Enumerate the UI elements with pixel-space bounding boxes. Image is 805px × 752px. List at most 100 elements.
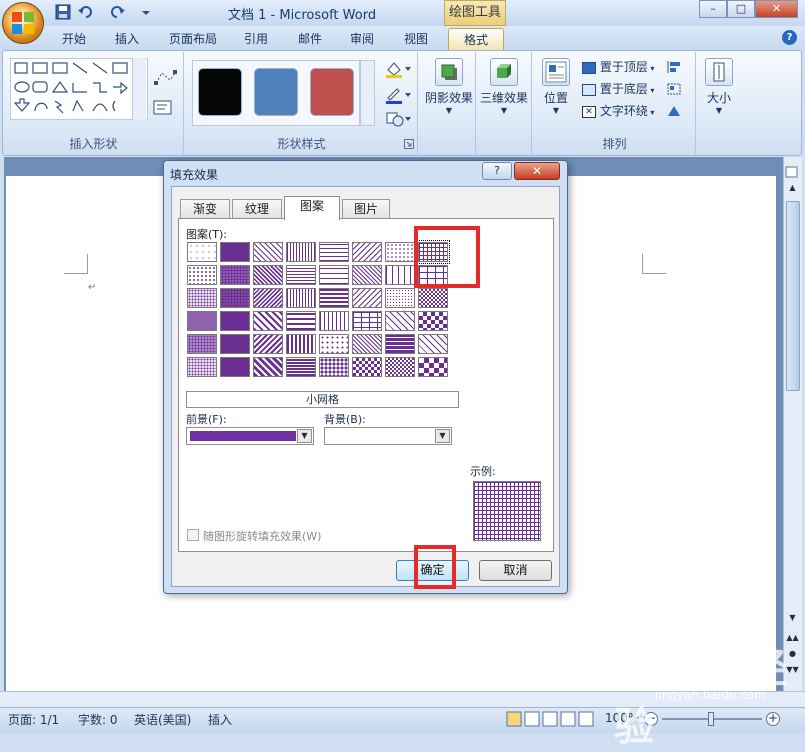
help-icon[interactable]: ? [782, 30, 797, 45]
office-button[interactable] [2, 2, 44, 44]
pattern-cell[interactable] [286, 334, 316, 354]
pattern-cell[interactable] [319, 288, 349, 308]
group-objects-icon[interactable] [666, 82, 688, 96]
shadow-effects-button[interactable]: 阴影效果 ▼ [424, 58, 474, 115]
pattern-cell[interactable] [286, 265, 316, 285]
pattern-cell[interactable] [352, 242, 382, 262]
shapes-gallery-scroll[interactable] [132, 58, 146, 120]
maximize-button[interactable]: □ [727, 0, 755, 18]
pattern-cell[interactable] [319, 265, 349, 285]
chevron-down-icon[interactable]: ▼ [435, 429, 450, 443]
send-to-back-button[interactable]: 置于底层 ▾ [582, 79, 654, 99]
tab-home[interactable]: 开始 [48, 28, 100, 50]
pattern-cell[interactable] [286, 242, 316, 262]
dialog-help-button[interactable]: ? [482, 162, 512, 180]
foreground-color-dropdown[interactable]: ▼ [186, 427, 314, 445]
pattern-cell[interactable] [418, 311, 448, 331]
tab-mailings[interactable]: 邮件 [288, 28, 332, 50]
pattern-cell[interactable] [253, 242, 283, 262]
pattern-cell[interactable] [319, 242, 349, 262]
pattern-cell[interactable] [187, 265, 217, 285]
pattern-cell[interactable] [220, 265, 250, 285]
pattern-cell[interactable] [385, 357, 415, 377]
pattern-cell[interactable] [352, 311, 382, 331]
pattern-cell[interactable] [418, 357, 448, 377]
vertical-scrollbar[interactable]: ▲ ▼ ▲▲ ● ▼▼ [783, 157, 802, 691]
close-window-button[interactable]: ✕ [755, 0, 798, 18]
pattern-cell[interactable] [220, 311, 250, 331]
minimize-button[interactable]: – [699, 0, 727, 18]
scroll-up-icon[interactable]: ▲ [785, 183, 800, 197]
shapes-gallery-icons[interactable] [11, 59, 147, 119]
status-page[interactable]: 页面: 1/1 [8, 711, 59, 728]
pattern-cell[interactable] [352, 265, 382, 285]
size-button[interactable]: 大小 ▼ [700, 58, 738, 115]
background-color-dropdown[interactable]: ▼ [324, 427, 452, 445]
style-swatch-black[interactable] [198, 68, 242, 116]
status-language[interactable]: 英语(美国) [134, 711, 191, 728]
tab-pattern[interactable]: 图案 [284, 196, 340, 220]
pattern-cell[interactable] [385, 311, 415, 331]
pattern-cell[interactable] [319, 311, 349, 331]
bring-to-front-button[interactable]: 置于顶层 ▾ [582, 57, 654, 77]
pattern-cell[interactable] [286, 288, 316, 308]
tab-gradient[interactable]: 渐变 [180, 199, 230, 219]
tab-insert[interactable]: 插入 [104, 28, 150, 50]
pattern-cell[interactable] [352, 334, 382, 354]
chevron-down-icon[interactable]: ▼ [297, 429, 312, 443]
tab-format[interactable]: 格式 [448, 28, 504, 50]
pattern-cell[interactable] [352, 357, 382, 377]
style-swatch-blue[interactable] [254, 68, 298, 116]
pattern-cell[interactable] [319, 357, 349, 377]
pattern-cell[interactable] [253, 334, 283, 354]
save-icon[interactable] [55, 4, 71, 20]
shapes-gallery[interactable] [10, 58, 148, 120]
change-shape-icon[interactable] [384, 110, 412, 128]
view-mode-icons[interactable] [506, 711, 596, 727]
pattern-cell[interactable] [286, 311, 316, 331]
pattern-cell[interactable] [253, 357, 283, 377]
dialog-launcher-icon[interactable] [404, 138, 414, 149]
pattern-cell[interactable] [385, 288, 415, 308]
pattern-cell[interactable] [253, 265, 283, 285]
tab-references[interactable]: 引用 [234, 28, 278, 50]
status-insert-mode[interactable]: 插入 [208, 711, 232, 728]
tab-page-layout[interactable]: 页面布局 [160, 28, 226, 50]
customize-qat-icon[interactable] [140, 4, 152, 20]
pattern-cell[interactable] [187, 311, 217, 331]
pattern-cell[interactable] [220, 334, 250, 354]
redo-icon[interactable] [110, 4, 126, 20]
tab-review[interactable]: 审阅 [340, 28, 384, 50]
pattern-cell[interactable] [319, 334, 349, 354]
3d-effects-button[interactable]: 三维效果 ▼ [478, 58, 530, 115]
tab-texture[interactable]: 纹理 [232, 199, 282, 219]
scroll-thumb[interactable] [786, 201, 800, 391]
pattern-cell[interactable] [220, 288, 250, 308]
text-wrapping-button[interactable]: ✕ 文字环绕 ▾ [582, 101, 654, 121]
styles-gallery-scroll[interactable] [360, 60, 375, 126]
dialog-close-button[interactable]: ✕ [514, 162, 560, 180]
pattern-cell[interactable] [385, 242, 415, 262]
edit-shape-icon[interactable] [153, 68, 179, 88]
rotate-icon[interactable] [666, 104, 688, 118]
pattern-cell[interactable] [286, 357, 316, 377]
pattern-cell[interactable] [385, 265, 415, 285]
pattern-cell[interactable] [187, 288, 217, 308]
cancel-button[interactable]: 取消 [479, 560, 552, 581]
pattern-cell[interactable] [418, 334, 448, 354]
pattern-cell[interactable] [253, 311, 283, 331]
pattern-cell[interactable] [352, 288, 382, 308]
scroll-down-icon[interactable]: ▼ [785, 613, 800, 627]
ruler-toggle-icon[interactable] [785, 165, 799, 179]
pattern-cell[interactable] [187, 242, 217, 262]
pattern-cell[interactable] [418, 288, 448, 308]
shape-fill-icon[interactable] [384, 60, 412, 78]
tab-view[interactable]: 视图 [394, 28, 438, 50]
pattern-cell[interactable] [187, 334, 217, 354]
undo-icon[interactable] [77, 4, 93, 20]
shape-outline-icon[interactable] [384, 86, 412, 104]
style-swatch-red[interactable] [310, 68, 354, 116]
pattern-cell[interactable] [187, 357, 217, 377]
tab-picture[interactable]: 图片 [342, 199, 390, 219]
pattern-cell[interactable] [385, 334, 415, 354]
